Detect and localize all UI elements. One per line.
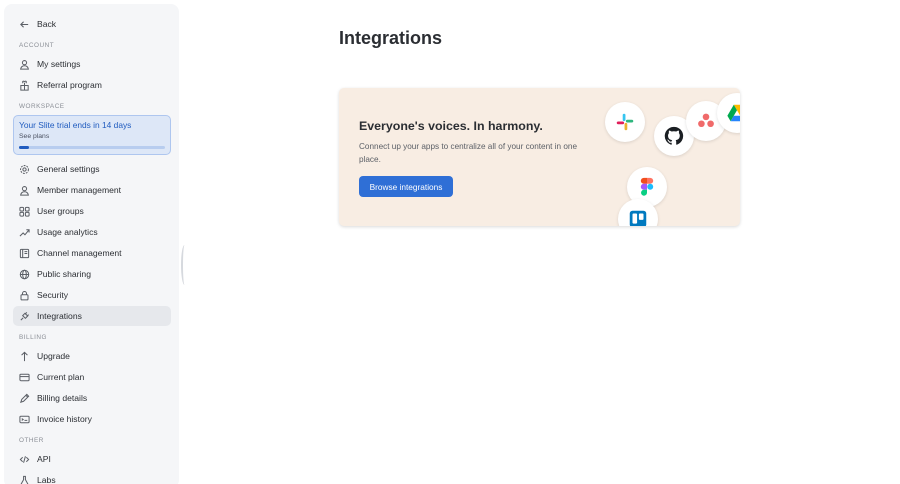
settings-sidebar: Back ACCOUNT My settings Referral progra… [4, 4, 179, 484]
user-icon [19, 185, 30, 196]
sidebar-item-general-settings[interactable]: General settings [13, 159, 171, 179]
gift-icon [19, 80, 30, 91]
sidebar-resize-handle[interactable] [181, 245, 188, 285]
sidebar-item-invoice-history[interactable]: Invoice history [13, 409, 171, 429]
sidebar-item-label: User groups [37, 206, 84, 216]
section-label-other: OTHER [19, 437, 44, 444]
see-plans-link[interactable]: See plans [19, 132, 165, 142]
sidebar-item-current-plan[interactable]: Current plan [13, 367, 171, 387]
sidebar-item-label: Referral program [37, 80, 102, 90]
trial-banner[interactable]: Your Slite trial ends in 14 days See pla… [13, 115, 171, 155]
gear-icon [19, 164, 30, 175]
sidebar-item-label: My settings [37, 59, 81, 69]
back-button[interactable]: Back [13, 14, 171, 34]
card-icon [19, 372, 30, 383]
sidebar-item-api[interactable]: API [13, 449, 171, 469]
sidebar-item-labs[interactable]: Labs [13, 470, 171, 484]
code-icon [19, 454, 30, 465]
sidebar-item-label: General settings [37, 164, 100, 174]
integrations-promo-card: Everyone's voices. In harmony. Connect u… [339, 88, 740, 226]
sidebar-item-label: Current plan [37, 372, 85, 382]
receipt-icon [19, 414, 30, 425]
sidebar-item-label: Integrations [37, 311, 82, 321]
trial-progress-fill [19, 146, 30, 149]
sidebar-item-member-management[interactable]: Member management [13, 180, 171, 200]
sidebar-item-security[interactable]: Security [13, 285, 171, 305]
sidebar-item-public-sharing[interactable]: Public sharing [13, 264, 171, 284]
sidebar-item-label: Billing details [37, 393, 88, 403]
sidebar-item-label: Public sharing [37, 269, 91, 279]
section-label-billing: BILLING [19, 334, 48, 341]
sidebar-item-label: Usage analytics [37, 227, 98, 237]
sidebar-item-label: Member management [37, 185, 122, 195]
user-icon [19, 59, 30, 70]
sidebar-item-label: Labs [37, 475, 56, 484]
sidebar-item-label: Upgrade [37, 351, 70, 361]
pen-icon [19, 393, 30, 404]
sidebar-item-integrations[interactable]: Integrations [13, 306, 171, 326]
sidebar-item-label: Security [37, 290, 69, 300]
trial-progress-bar [19, 146, 165, 149]
lock-icon [19, 290, 30, 301]
arrow-up-icon [19, 351, 30, 362]
section-label-workspace: WORKSPACE [19, 103, 65, 110]
back-label: Back [37, 19, 57, 29]
sidebar-item-referral-program[interactable]: Referral program [13, 75, 171, 95]
plug-icon [19, 311, 30, 322]
users-icon [19, 206, 30, 217]
trial-title: Your Slite trial ends in 14 days [19, 120, 132, 130]
arrow-left-icon [19, 19, 30, 30]
section-label-account: ACCOUNT [19, 42, 55, 49]
sidebar-item-upgrade[interactable]: Upgrade [13, 346, 171, 366]
page-title: Integrations [339, 28, 443, 48]
sidebar-item-user-groups[interactable]: User groups [13, 201, 171, 221]
sidebar-item-label: API [37, 454, 51, 464]
globe-icon [19, 269, 30, 280]
slack-icon [605, 102, 645, 142]
sidebar-item-usage-analytics[interactable]: Usage analytics [13, 222, 171, 242]
sidebar-item-label: Channel management [37, 248, 122, 258]
sidebar-item-channel-management[interactable]: Channel management [13, 243, 171, 263]
flask-icon [19, 475, 30, 484]
browse-integrations-button[interactable]: Browse integrations [359, 176, 453, 197]
sidebar-item-billing-details[interactable]: Billing details [13, 388, 171, 408]
book-icon [19, 248, 30, 259]
sidebar-item-label: Invoice history [37, 414, 92, 424]
card-description: Connect up your apps to centralize all o… [359, 142, 578, 164]
trend-icon [19, 227, 30, 238]
card-title: Everyone's voices. In harmony. [359, 119, 543, 133]
sidebar-item-my-settings[interactable]: My settings [13, 54, 171, 74]
